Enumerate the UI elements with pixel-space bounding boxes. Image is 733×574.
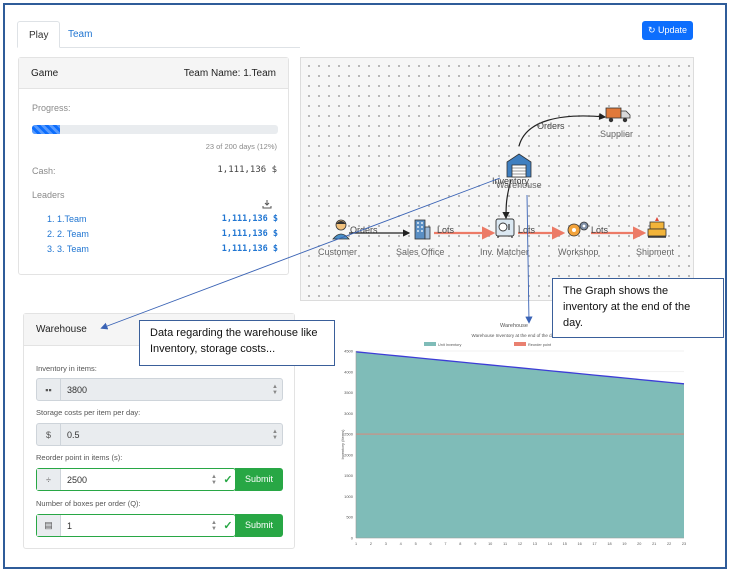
arrow-to-warehouse-card — [100, 177, 501, 330]
warehouse-callout: Data regarding the warehouse like Invent… — [139, 320, 335, 366]
arrow-to-chart — [525, 194, 533, 324]
graph-callout: The Graph shows the inventory at the end… — [552, 278, 724, 338]
